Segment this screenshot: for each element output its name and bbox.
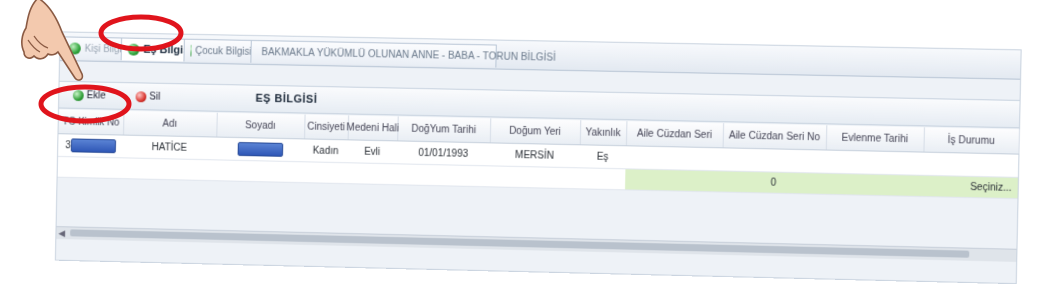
col-aile-cuzdan-seri-no[interactable]: Aile Cüzdan Seri No <box>723 123 828 149</box>
col-medeni-hali[interactable]: Medeni Hali <box>348 115 399 140</box>
add-icon <box>73 89 84 100</box>
tab-label: BAKMAKLA YÜKÜMLÜ OLUNAN ANNE - BABA - TO… <box>261 47 556 64</box>
delete-button[interactable]: Sil <box>135 88 160 104</box>
adi-cell[interactable]: HATİCE <box>123 136 217 160</box>
col-evlenme-tarihi[interactable]: Evlenme Tarihi <box>826 125 925 151</box>
redacted-soyadi <box>237 142 283 157</box>
refresh-green-icon <box>190 45 191 57</box>
aile-cuzdan-seri-no-value[interactable]: 0 <box>722 171 826 193</box>
col-aile-cuzdan-seri[interactable]: Aile Cüzdan Seri <box>626 121 724 147</box>
screen: Kişi Bilgisi Eş Bilgisi Çocuk Bilgisi BA… <box>4 0 1039 274</box>
col-dogum-tarihi[interactable]: DoğYum Tarihi <box>397 116 491 142</box>
col-cinsiyeti[interactable]: Cinsiyeti <box>304 115 349 140</box>
horizontal-scrollbar[interactable]: ◀ <box>56 226 1016 262</box>
col-yakinlik[interactable]: Yakınlık <box>580 120 628 145</box>
delete-button-label: Sil <box>149 91 160 102</box>
add-button-label: Ekle <box>87 90 106 101</box>
tab-label: Çocuk Bilgisi <box>195 45 252 57</box>
scroll-left-icon[interactable]: ◀ <box>58 227 65 239</box>
tab-bar: Kişi Bilgisi Eş Bilgisi Çocuk Bilgisi BA… <box>60 32 1021 79</box>
form-panel: Kişi Bilgisi Eş Bilgisi Çocuk Bilgisi BA… <box>55 31 1022 284</box>
delete-icon <box>135 91 146 102</box>
col-is-durumu[interactable]: İş Durumu <box>923 127 1020 153</box>
section-title: EŞ BİLGİSİ <box>255 93 317 106</box>
tc-kimlik-cell[interactable]: 3 <box>58 134 123 157</box>
add-button[interactable]: Ekle <box>73 87 106 103</box>
is-durumu-cell[interactable] <box>923 153 1018 177</box>
aile-cuzdan-seri-no-cell[interactable] <box>722 148 826 172</box>
medeni-hali-cell[interactable]: Evli <box>347 140 397 163</box>
redacted-tc <box>71 138 116 153</box>
tab-bakmakla-yukumlu[interactable]: BAKMAKLA YÜKÜMLÜ OLUNAN ANNE - BABA - TO… <box>250 40 496 68</box>
col-adi[interactable]: Adı <box>123 111 218 137</box>
col-tc-kimlik[interactable]: TC Kimlik No <box>58 109 124 134</box>
dogum-yeri-cell[interactable]: MERSİN <box>489 143 579 167</box>
evlenme-tarihi-cell[interactable] <box>825 151 923 175</box>
col-soyadi[interactable]: Soyadı <box>216 113 305 139</box>
dogum-tarihi-cell[interactable]: 01/01/1993 <box>397 141 490 165</box>
cinsiyeti-cell[interactable]: Kadın <box>304 139 348 162</box>
scrollbar-thumb[interactable] <box>70 229 969 257</box>
is-durumu-select[interactable]: Seçiniz... <box>922 176 1017 198</box>
aile-cuzdan-seri-cell[interactable] <box>625 146 722 170</box>
tab-cocuk-bilgisi[interactable]: Çocuk Bilgisi <box>183 39 258 63</box>
refresh-green-icon <box>128 44 140 56</box>
pointing-hand-icon <box>18 0 98 84</box>
yakinlik-cell[interactable]: Eş <box>579 145 626 168</box>
soyadi-cell[interactable] <box>216 138 304 162</box>
col-dogum-yeri[interactable]: Doğum Yeri <box>490 118 581 144</box>
